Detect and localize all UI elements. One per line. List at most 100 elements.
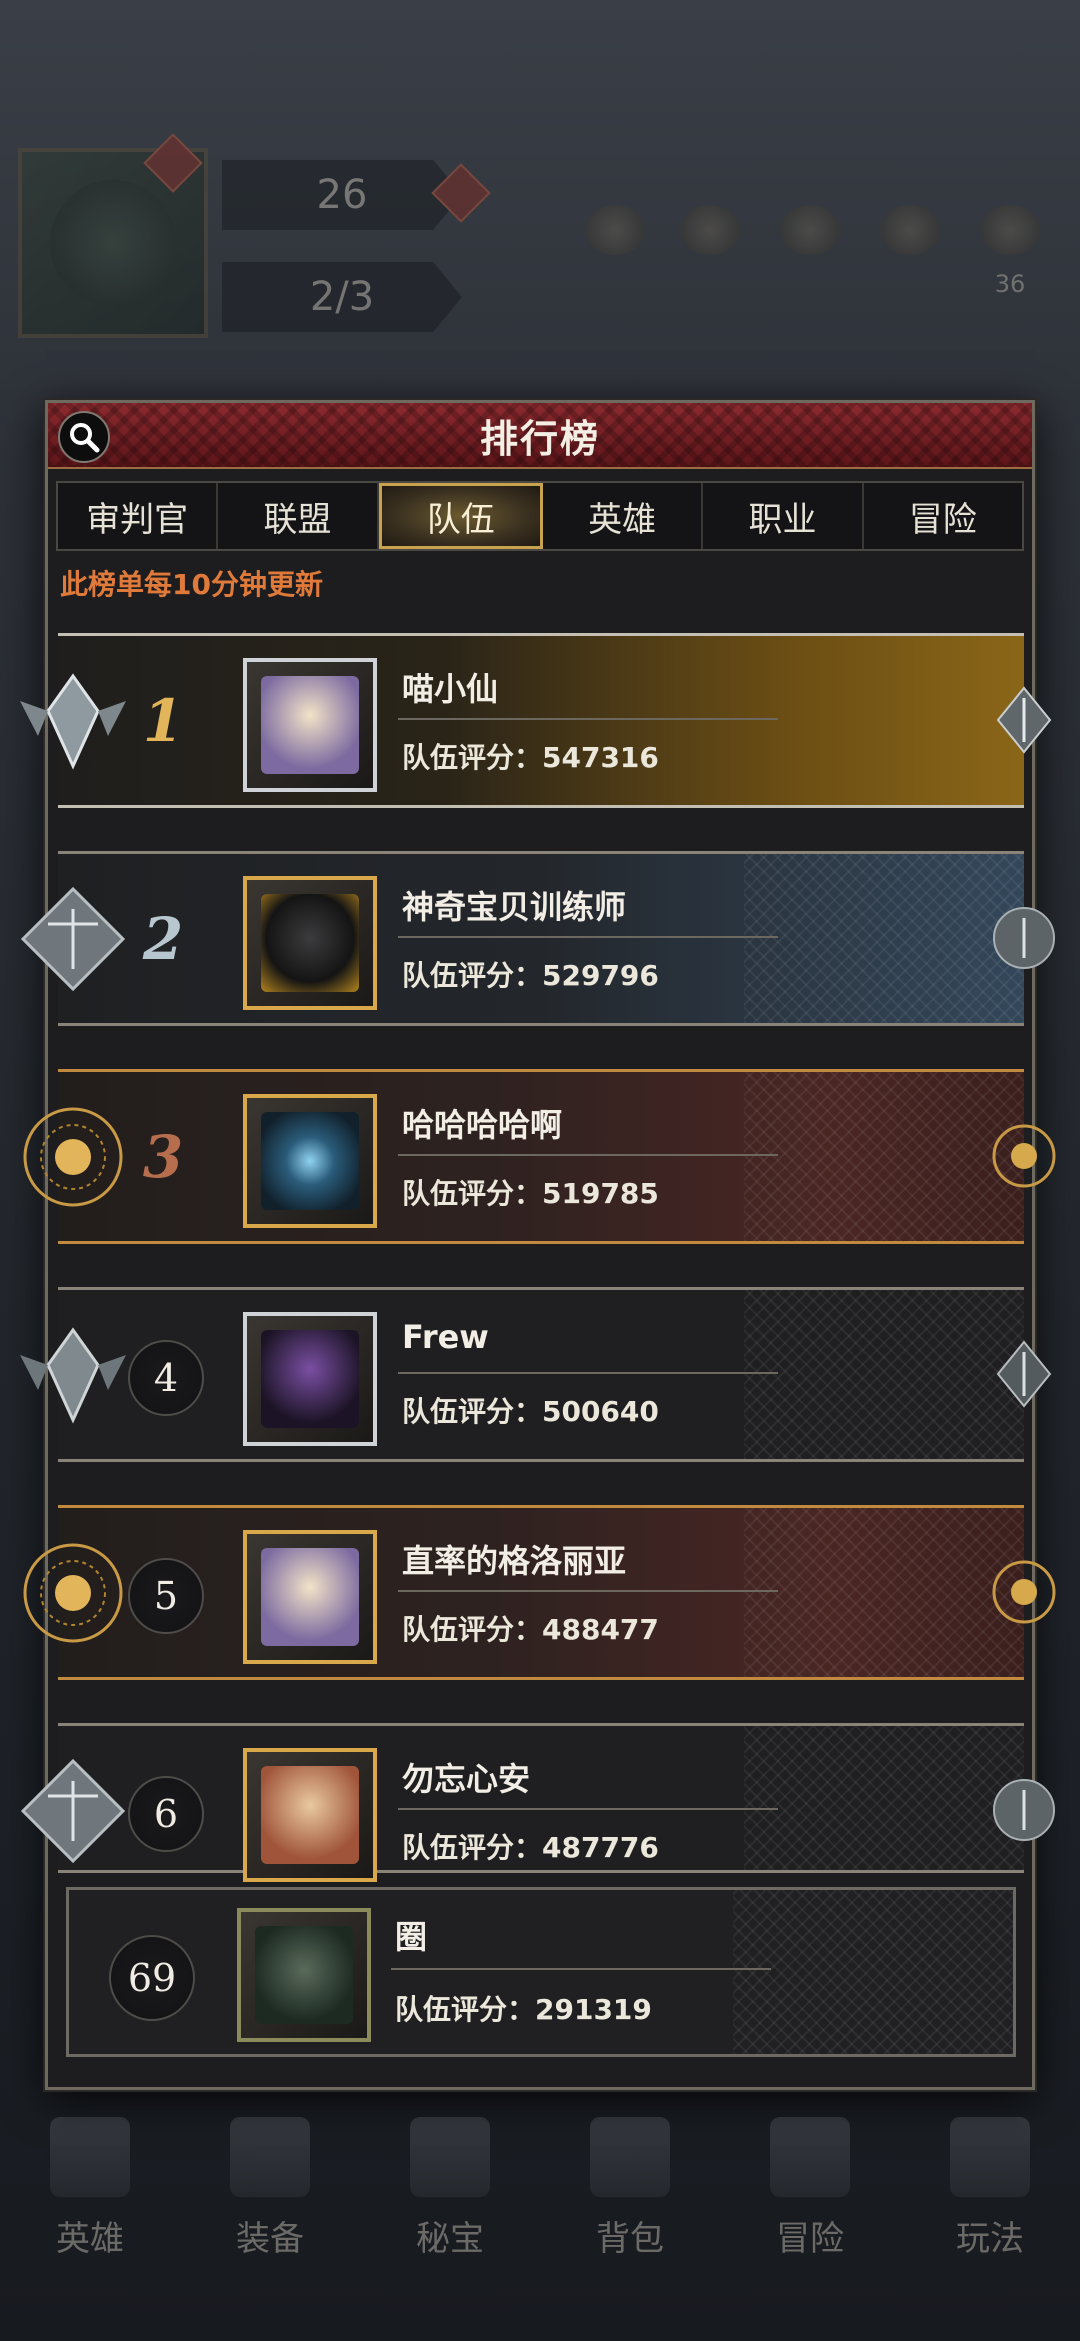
level-value: 26 — [316, 172, 368, 218]
player-name: 神奇宝贝训练师 — [402, 888, 627, 926]
ranking-row[interactable]: 6 勿忘心安 队伍评分：487776 — [20, 1723, 1055, 1882]
row-pattern — [744, 1726, 1024, 1870]
divider — [398, 936, 778, 938]
scales-crest-icon — [20, 886, 126, 992]
ranking-row[interactable]: 2 神奇宝贝训练师 队伍评分：529796 — [20, 851, 1055, 1026]
divider — [398, 718, 778, 720]
row-pattern — [733, 1890, 1013, 2054]
row-pattern — [744, 854, 1024, 1023]
team-score: 队伍评分：500640 — [402, 1395, 659, 1428]
team-score: 队伍评分：488477 — [402, 1613, 659, 1646]
team-score: 队伍评分：519785 — [402, 1177, 659, 1210]
row-pattern — [744, 1508, 1024, 1677]
player-name: Frew — [402, 1318, 489, 1356]
bottom-navigation: 英雄 装备 秘宝 背包 冒险 玩法 — [0, 2090, 1080, 2290]
nav-label: 秘宝 — [416, 2219, 484, 2259]
nav-label: 冒险 — [776, 2219, 844, 2259]
sun-crest-icon — [23, 1107, 123, 1207]
player-portrait[interactable] — [243, 876, 377, 1010]
update-note: 此榜单每10分钟更新 — [60, 568, 323, 601]
sun-emblem-icon — [992, 1124, 1056, 1188]
nav-label: 装备 — [236, 2219, 304, 2259]
rank-number: 5 — [128, 1558, 204, 1634]
tab-adventure[interactable]: 冒险 — [864, 483, 1022, 549]
player-portrait[interactable] — [243, 1530, 377, 1664]
my-portrait[interactable] — [237, 1908, 371, 2042]
resource-gold-icon — [880, 205, 940, 255]
player-level: 26 — [222, 160, 462, 230]
player-portrait[interactable] — [243, 1094, 377, 1228]
leaderboard-tabs: 审判官 联盟 队伍 英雄 职业 冒险 — [56, 481, 1024, 551]
resource-crystal-value: 36 — [994, 270, 1026, 298]
row-pattern — [744, 1290, 1024, 1459]
nav-label: 玩法 — [956, 2219, 1024, 2259]
scales-crest-icon — [20, 1758, 126, 1864]
my-team-score: 队伍评分：291319 — [395, 1993, 652, 2026]
divider — [398, 1590, 778, 1592]
team-score: 队伍评分：547316 — [402, 741, 659, 774]
castle-icon — [950, 2117, 1030, 2197]
row-pattern — [744, 1072, 1024, 1241]
player-portrait[interactable] — [243, 1748, 377, 1882]
tab-team[interactable]: 队伍 — [378, 483, 543, 549]
tab-class[interactable]: 职业 — [703, 483, 864, 549]
scales-emblem-icon — [993, 907, 1055, 969]
player-name: 哈哈哈哈啊 — [402, 1106, 563, 1144]
player-name: 喵小仙 — [402, 670, 499, 708]
team-score: 队伍评分：487776 — [402, 1831, 659, 1864]
my-ranking-row[interactable]: 69 圈 队伍评分：291319 — [66, 1887, 1016, 2057]
divider — [398, 1154, 778, 1156]
my-player-name: 圈 — [395, 1918, 428, 1956]
rank-number: 2 — [142, 905, 184, 973]
nav-adventure[interactable]: 冒险 — [735, 2117, 885, 2260]
tab-alliance[interactable]: 联盟 — [218, 483, 379, 549]
ranking-row[interactable]: 1 喵小仙 队伍评分：547316 — [20, 633, 1052, 808]
nav-equipment[interactable]: 装备 — [195, 2117, 345, 2260]
rank-number: 4 — [128, 1340, 204, 1416]
divider — [391, 1968, 771, 1970]
ranking-row[interactable]: 4 Frew 队伍评分：500640 — [20, 1287, 1052, 1462]
sun-crest-icon — [23, 1543, 123, 1643]
stamina-value: 2/3 — [309, 274, 375, 320]
resource-iron-icon — [680, 205, 740, 255]
winged-crest-icon — [20, 1327, 126, 1424]
rank-number: 1 — [142, 687, 184, 755]
rank-number: 6 — [128, 1776, 204, 1852]
rank-number: 3 — [142, 1123, 184, 1191]
my-rank-number: 69 — [109, 1935, 195, 2021]
resource-silver-icon — [780, 205, 840, 255]
leaderboard-modal: 排行榜 审判官 联盟 队伍 英雄 职业 冒险 此榜单每10分钟更新 1 喵小仙 … — [20, 400, 1056, 2090]
resource-ore-icon — [585, 205, 645, 255]
bag-icon — [590, 2117, 670, 2197]
search-button[interactable] — [58, 411, 110, 463]
nav-gameplay[interactable]: 玩法 — [915, 2117, 1065, 2260]
modal-header: 排行榜 — [48, 403, 1032, 469]
stamina-counter: 2/3 — [222, 262, 462, 332]
sun-emblem-icon — [992, 1560, 1056, 1624]
nav-bag[interactable]: 背包 — [555, 2117, 705, 2260]
scales-emblem-icon — [993, 1779, 1055, 1841]
nav-treasure[interactable]: 秘宝 — [375, 2117, 525, 2260]
crossed-swords-icon — [770, 2117, 850, 2197]
player-name: 勿忘心安 — [402, 1760, 531, 1798]
sword-emblem-icon — [996, 686, 1052, 754]
chalice-icon — [410, 2117, 490, 2197]
team-score: 队伍评分：529796 — [402, 959, 659, 992]
sword-icon — [230, 2117, 310, 2197]
modal-title: 排行榜 — [479, 416, 600, 461]
player-portrait[interactable] — [243, 658, 377, 792]
divider — [398, 1808, 778, 1810]
player-portrait[interactable] — [243, 1312, 377, 1446]
ranking-row[interactable]: 3 哈哈哈哈啊 队伍评分：519785 — [23, 1069, 1056, 1244]
nav-label: 背包 — [596, 2219, 664, 2259]
hero-icon — [50, 2117, 130, 2197]
search-icon — [70, 423, 100, 453]
nav-heroes[interactable]: 英雄 — [15, 2117, 165, 2260]
player-name: 直率的格洛丽亚 — [402, 1542, 627, 1580]
winged-crest-icon — [20, 673, 126, 770]
tab-heroes[interactable]: 英雄 — [543, 483, 704, 549]
resource-crystal-icon — [980, 205, 1040, 255]
tab-judges[interactable]: 审判官 — [58, 483, 219, 549]
sword-emblem-icon — [996, 1340, 1052, 1408]
ranking-row[interactable]: 5 直率的格洛丽亚 队伍评分：488477 — [23, 1505, 1056, 1680]
